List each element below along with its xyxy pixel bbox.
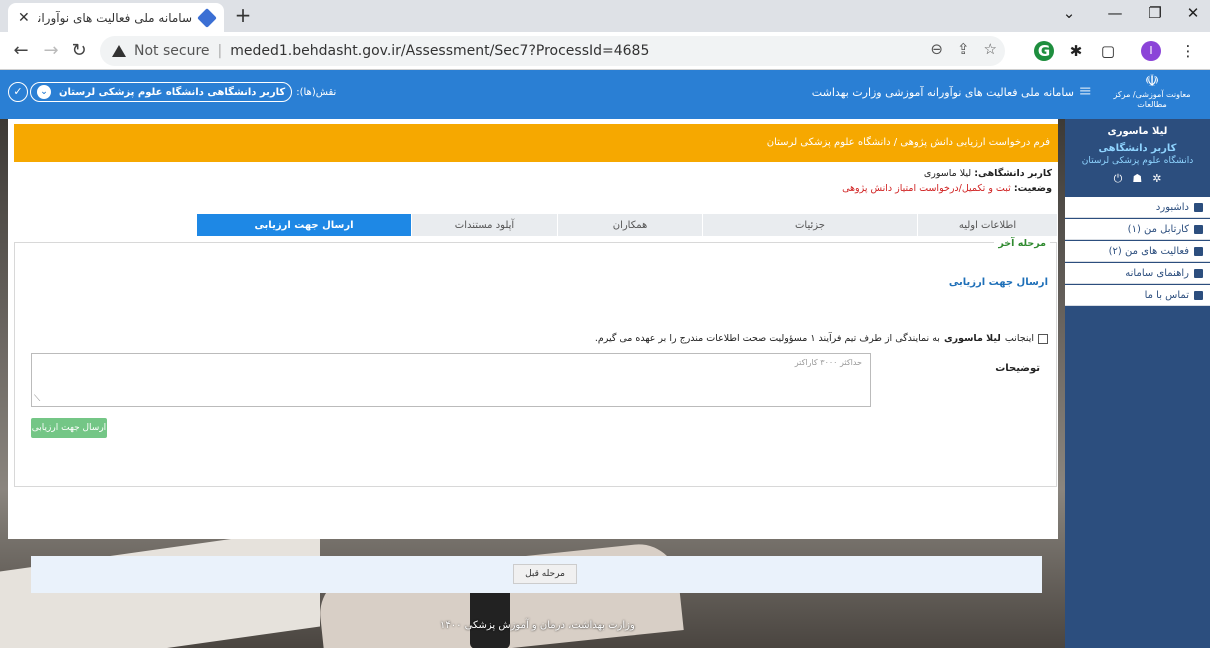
bookmark-star-icon[interactable]: ☆ [984,40,997,58]
user-profile-block: لیلا ماسوری کاربر دانشگاهی دانشگاه علوم … [1065,119,1210,197]
form-info: کاربر دانشگاهی: لیلا ماسوری وضعیت: ثبت و… [452,166,1052,196]
dashboard-icon [1194,202,1203,212]
book-icon [1194,268,1203,278]
declaration-pre: اینجانب [1004,333,1034,344]
app-title: سامانه ملی فعالیت های نوآورانه آموزشی وز… [811,86,1074,99]
resize-grip-icon[interactable]: ⟋ [34,394,40,404]
logo-text: معاونت آموزشی/ مرکز مطالعات [1113,90,1191,109]
settings-gear-icon[interactable]: ✲ [1152,172,1161,186]
warning-icon [112,45,126,57]
tab-submit-for-evaluation[interactable]: ارسال جهت ارزیابی [196,214,411,236]
description-label: توضیحات [995,363,1040,374]
user-role: کاربر دانشگاهی [1098,143,1177,154]
tab-basic-info[interactable]: اطلاعات اولیه [917,214,1057,236]
back-button[interactable]: ← [8,38,34,64]
extensions-puzzle-icon[interactable]: ✱ [1064,39,1088,63]
reload-button[interactable]: ↻ [66,38,92,64]
profile-avatar[interactable]: I [1141,41,1161,61]
sidebar-item-activities[interactable]: فعالیت های من (۲) [1065,241,1210,262]
status-value: ثبت و تکمیل/درخواست امتیاز دانش پژوهی [842,183,1011,194]
sidebar-item-label: فعالیت های من (۲) [1108,245,1189,257]
close-window-button[interactable]: ✕ [1170,0,1210,28]
forward-button[interactable]: → [38,38,64,64]
app-header: ☫ معاونت آموزشی/ مرکز مطالعات ≡ سامانه م… [0,70,1210,119]
sidebar-item-label: داشبورد [1155,201,1189,213]
send-for-evaluation-button[interactable]: ارسال جهت ارزیابی [31,418,107,438]
not-secure-label: Not secure [134,43,210,59]
roles-label: نقش(ها): [296,86,337,98]
sidebar-item-dashboard[interactable]: داشبورد [1065,197,1210,218]
browser-menu-icon[interactable]: ⋮ [1176,39,1200,63]
grammar-extension-icon[interactable]: G [1034,41,1054,61]
user-value: لیلا ماسوری [923,168,972,179]
declaration-text: به نمایندگی از طرف تیم فرآیند ۱ مسؤولیت … [594,333,940,344]
omnibox[interactable]: Not secure | meded1.behdasht.gov.ir/Asse… [100,36,1005,66]
sidebar-item-label: کارتابل من (۱) [1127,223,1189,235]
previous-step-button[interactable]: مرحله قبل [513,564,577,584]
sidebar-item-contact[interactable]: تماس با ما [1065,285,1210,306]
emblem-icon: ☫ [1144,71,1160,90]
step-legend: مرحله آخر [994,238,1050,249]
close-tab-icon[interactable]: ✕ [18,10,30,26]
sidebar-menu: داشبورد کارتابل من (۱) فعالیت های من (۲)… [1065,197,1210,306]
separator: | [217,43,223,59]
tab-title: سامانه ملی فعالیت های نوآورانه آم [38,10,192,25]
description-textarea[interactable]: حداکثر ۳۰۰۰ کاراکتر ⟋ [31,353,871,407]
inbox-icon [1194,224,1203,234]
site-favicon-icon [197,7,217,28]
phone-icon [1194,290,1203,300]
hamburger-menu-icon[interactable]: ≡ [1079,81,1092,100]
chevron-down-icon: ⌄ [37,85,51,99]
declaration-checkbox[interactable] [1038,333,1048,344]
role-dropdown[interactable]: کاربر دانشگاهی دانشگاه علوم پزشکی لرستان… [30,82,293,102]
user-organization: دانشگاه علوم پزشکی لرستان [1081,156,1194,166]
zoom-icon[interactable]: ⊖ [930,40,943,58]
browser-tab-strip: سامانه ملی فعالیت های نوآورانه آم ✕ + ⌄ … [0,0,1210,32]
step-navigation-bar: مرحله قبل [31,556,1042,593]
user-name: لیلا ماسوری [1107,126,1168,137]
status-label: وضعیت: [1013,183,1052,194]
tab-search-icon[interactable]: ⌄ [1046,0,1092,28]
browser-tab[interactable]: سامانه ملی فعالیت های نوآورانه آم ✕ [8,3,224,32]
activities-icon [1194,246,1203,256]
sidebar-item-label: تماس با ما [1144,289,1189,301]
role-value: کاربر دانشگاهی دانشگاه علوم پزشکی لرستان [59,86,286,98]
sidebar-item-guide[interactable]: راهنمای سامانه [1065,263,1210,284]
roles-area: نقش(ها): کاربر دانشگاهی دانشگاه علوم پزش… [30,82,336,102]
declaration-row: اینجانب لیلا ماسوری به نمایندگی از طرف ت… [595,333,1048,344]
form-header: فرم درخواست ارزیابی دانش پژوهی / دانشگاه… [14,124,1058,162]
confirm-role-check-icon[interactable]: ✓ [8,82,28,102]
user-label: کاربر دانشگاهی: [974,168,1052,179]
tab-details[interactable]: جزئیات [702,214,917,236]
step-tabs: اطلاعات اولیه جزئیات همکاران آپلود مستند… [189,214,1057,236]
users-icon[interactable]: ☗ [1132,172,1142,186]
declaration-name: لیلا ماسوری [943,333,1001,344]
sidebar-item-label: راهنمای سامانه [1125,267,1189,279]
description-placeholder: حداکثر ۳۰۰۰ کاراکتر [794,358,862,367]
logout-power-icon[interactable]: ⏻ [1114,172,1123,186]
final-step-fieldset: مرحله آخر ارسال جهت ارزیابی اینجانب لیلا… [14,238,1057,593]
right-sidebar: لیلا ماسوری کاربر دانشگاهی دانشگاه علوم … [1065,119,1210,648]
footer-copyright: وزارت بهداشت، درمان و آموزش پزشکی ۱۴۰۰ [440,620,635,631]
address-bar-row: ← → ↻ Not secure | meded1.behdasht.gov.i… [0,32,1210,70]
new-tab-button[interactable]: + [232,4,254,26]
main-form-panel: فرم درخواست ارزیابی دانش پژوهی / دانشگاه… [8,119,1058,593]
ministry-logo[interactable]: ☫ معاونت آموزشی/ مرکز مطالعات [1102,72,1202,110]
share-icon[interactable]: ⇪ [957,40,970,58]
side-panel-icon[interactable]: ▢ [1096,39,1120,63]
tab-upload-documents[interactable]: آپلود مستندات [411,214,557,236]
tab-colleagues[interactable]: همکاران [557,214,702,236]
url-text: meded1.behdasht.gov.ir/Assessment/Sec7?P… [230,43,650,59]
submit-section-title: ارسال جهت ارزیابی [948,277,1048,288]
sidebar-item-inbox[interactable]: کارتابل من (۱) [1065,219,1210,240]
